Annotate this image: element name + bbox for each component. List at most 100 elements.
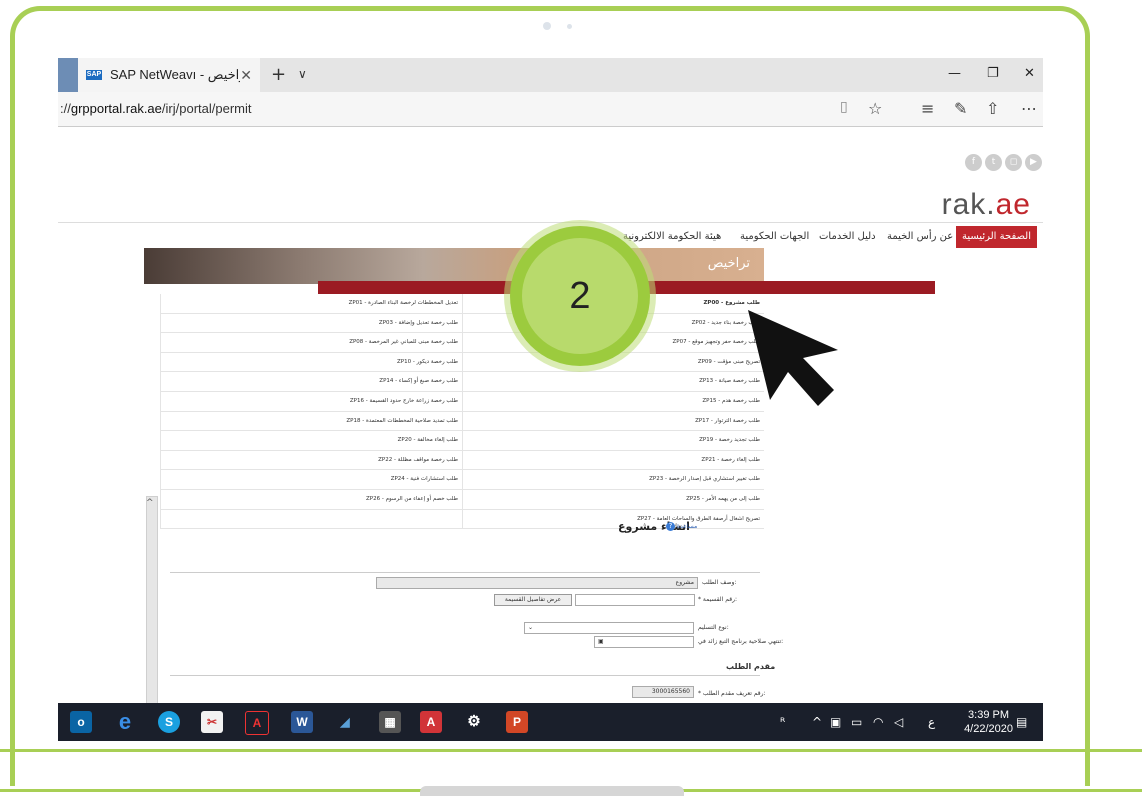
permit-link-right[interactable]: ZP17 - طلب رخصة الترتوار [462,411,764,431]
camera-dot-small [567,24,572,29]
permit-link-left[interactable]: ZP24 - طلب استشارات فنية [160,470,462,489]
desc-label: وصف الطلب: [702,579,737,586]
table-row: ZP16 - طلب رخصة زراعة خارج حدود القسيمة Z… [160,391,764,412]
rak-logo[interactable]: rak.ae [942,188,1031,222]
wifi-icon[interactable]: ◠ [873,715,883,729]
nav-divider [58,222,1043,223]
edge-icon[interactable]: e [114,711,136,733]
share-icon[interactable]: ⇧ [986,99,999,118]
table-row: ZP14 - طلب رخصة صبغ أو إكساء ZP13 - طلب ر… [160,372,764,392]
tab-bar: SAP SAP NetWeavı - تراخيص ✕ + ∨ — ❐ ✕ [58,58,1043,92]
camera-dot [543,22,551,30]
tray-battery-icon[interactable]: ▭ [851,715,862,729]
permit-link-left[interactable]: ZP01 - تعديل المخططات لرخصة البناء الصاد… [160,294,462,313]
permit-link-left[interactable]: ZP14 - طلب رخصة صبغ أو إكساء [160,372,462,391]
skype-icon[interactable]: S [158,711,180,733]
laptop-notch [420,786,684,796]
tray-app-icon[interactable]: ▣ [830,715,841,729]
delivery-type-select[interactable]: ⌄ [524,622,694,634]
notes-pen-icon[interactable]: ✎ [954,99,967,118]
expiry-date-field[interactable]: ▣ [594,636,694,648]
help-label: مساعدة [676,523,698,530]
access-icon[interactable]: A [420,711,442,733]
permit-link-right[interactable]: ZP15 - طلب رخصة هدم [462,391,764,411]
instagram-icon[interactable]: ◻ [1005,154,1022,171]
plot-label: * رقم القسيمة: [698,596,737,603]
permit-link-right[interactable]: ZP27 - تصريح اشغال أرصفة الطرق والساحات … [462,509,764,529]
close-tab-icon[interactable]: ✕ [240,67,252,84]
permit-link-left[interactable]: ZP26 - طلب خصم أو إعفاء من الرسوم [160,489,462,509]
notifications-icon[interactable]: ▤ [1016,715,1027,729]
acrobat-icon[interactable]: A [245,711,269,735]
sap-favicon-icon: SAP [86,70,102,80]
outlook-icon[interactable]: o [70,711,92,733]
url-host: grpportal.rak.ae [70,101,162,116]
browser-tab[interactable]: SAP SAP NetWeavı - تراخيص ✕ [78,58,260,92]
powerpoint-icon[interactable]: P [506,711,528,733]
favorites-hub-icon[interactable]: ≡ [921,99,934,118]
twitter-icon[interactable]: t [985,154,1002,171]
help-icon: ? [666,522,675,531]
onenote-clip-icon[interactable]: ◢ [334,711,356,733]
permit-link-left[interactable]: ZP03 - طلب رخصة تعديل وإضافة [160,313,462,333]
calculator-icon[interactable]: ▦ [379,711,401,733]
new-tab-icon[interactable]: + [271,64,286,85]
permit-link-right[interactable]: ZP23 - طلب تغيير استشاري قبل إصدار الرخص… [462,470,764,489]
permit-link-left[interactable]: ZP22 - طلب رخصة مواقف مظللة [160,450,462,470]
reading-view-icon[interactable]: ▯ [840,99,848,115]
permit-link-right[interactable]: ZP19 - طلب تجديد رخصة [462,431,764,450]
help-link[interactable]: ? مساعدة [666,522,697,531]
table-row: ZP10 - طلب رخصة ديكور ZP09 - تصريح مبنى م… [160,352,764,373]
permit-link-left[interactable] [160,509,462,529]
volume-icon[interactable]: ◁ [894,715,903,729]
applicant-id-label: * رقم تعريف مقدم الطلب: [698,690,766,697]
calendar-icon[interactable]: ▣ [598,638,604,645]
permit-link-left[interactable]: ZP20 - طلب إلغاء مخالفة [160,431,462,450]
tray-chevron-icon[interactable]: ^ [812,715,822,729]
nav-egov-authority[interactable]: هيئة الحكومة الالكترونية [623,226,721,248]
show-plot-details-button[interactable]: عرض تفاصيل القسيمة [494,594,572,606]
permit-link-left[interactable]: ZP10 - طلب رخصة ديكور [160,352,462,372]
close-window-icon[interactable]: ✕ [1024,66,1035,81]
youtube-icon[interactable]: ▶ [1025,154,1042,171]
applicant-section-title: مقدم الطلب [726,662,776,671]
word-icon[interactable]: W [291,711,313,733]
minimize-icon[interactable]: — [948,66,961,81]
permits-banner: تراخيص [144,248,764,284]
url-prefix: :// [60,101,71,116]
applicant-id-field[interactable]: 3000165560 [632,686,694,698]
table-row: ZP24 - طلب استشارات فنية ZP23 - طلب تغيير… [160,470,764,490]
permit-link-left[interactable]: ZP08 - طلب رخصة مبنى للمباني غير المرخصة [160,333,462,352]
permit-link-right[interactable]: ZP25 - طلب إلى من يهمه الأمر [462,489,764,509]
clock-time: 3:39 PM [968,709,1010,721]
permit-link-right[interactable]: ZP21 - طلب إلغاء رخصة [462,450,764,470]
expiry-label: تنتهي صلاحية برنامج التبع زائد في: [698,638,784,645]
permit-link-right[interactable]: ZP13 - طلب رخصة صيانة [462,372,764,391]
previous-tab[interactable] [58,58,78,92]
more-icon[interactable]: ⋯ [1021,99,1037,118]
url-field[interactable]: ://grpportal.rak.ae/irj/portal/permit [60,101,251,116]
facebook-icon[interactable]: f [965,154,982,171]
permit-link-left[interactable]: ZP16 - طلب رخصة زراعة خارج حدود القسيمة [160,391,462,411]
plot-number-field[interactable] [575,594,695,606]
laptop-base-line [0,749,1142,752]
scroll-up-icon[interactable]: ^ [146,498,154,508]
permit-link-left[interactable]: ZP18 - طلب تمديد صلاحية المخططات المعتمد… [160,411,462,431]
desc-field[interactable]: مشروع [376,577,698,589]
table-row: ZP18 - طلب تمديد صلاحية المخططات المعتمد… [160,411,764,432]
people-icon[interactable]: ᴿ [780,715,785,729]
section-divider [170,675,760,676]
tab-list-chevron-icon[interactable]: ∨ [298,67,307,81]
nav-about[interactable]: عن رأس الخيمة [887,226,953,248]
clock[interactable]: 3:39 PM 4/22/2020 [964,708,1013,736]
address-bar: ://grpportal.rak.ae/irj/portal/permit ▯ … [58,92,1043,127]
table-row: ZP22 - طلب رخصة مواقف مظللة ZP21 - طلب إل… [160,450,764,471]
nav-home[interactable]: الصفحة الرئيسية [956,226,1037,248]
nav-services-guide[interactable]: دليل الخدمات [819,226,876,248]
restore-icon[interactable]: ❐ [987,66,999,81]
snipping-tool-icon[interactable]: ✂ [201,711,223,733]
language-indicator[interactable]: ع [928,715,935,729]
settings-gear-icon[interactable]: ⚙ [463,711,485,733]
favorite-star-icon[interactable]: ☆ [868,99,882,118]
nav-gov-entities[interactable]: الجهات الحكومية [740,226,809,248]
